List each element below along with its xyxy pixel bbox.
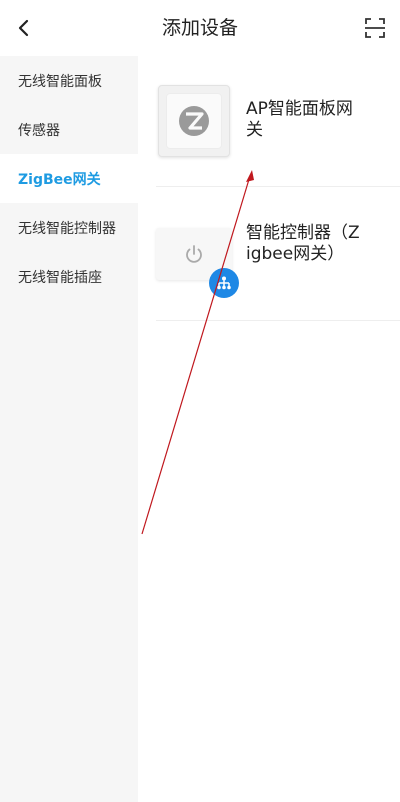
scan-icon [365,18,385,38]
category-sidebar: 无线智能面板 传感器 ZigBee网关 无线智能控制器 无线智能插座 [0,56,138,802]
page-title: 添加设备 [161,17,238,39]
sidebar-item-wireless-socket[interactable]: 无线智能插座 [0,252,138,301]
hub-network-icon [217,276,231,290]
back-button[interactable] [8,12,40,44]
sidebar-item-wireless-controller[interactable]: 无线智能控制器 [0,203,138,252]
power-icon [186,245,202,263]
sidebar-item-zigbee-gateway[interactable]: ZigBee网关 [0,154,138,203]
sidebar-item-wireless-panel[interactable]: 无线智能面板 [0,56,138,105]
zigbee-logo-icon [179,106,209,136]
sidebar-item-sensor[interactable]: 传感器 [0,105,138,154]
device-name: AP智能面板网关 [246,99,353,140]
scan-button[interactable] [362,15,388,41]
device-thumbnail [158,85,230,157]
device-name: 智能控制器（Zigbee网关） [246,223,360,264]
chevron-left-icon [18,19,29,37]
top-bar: 添加设备 [0,0,400,56]
hub-badge [209,268,239,298]
device-list: AP智能面板网关 智能控制器（Zigbee网关） [138,56,400,802]
